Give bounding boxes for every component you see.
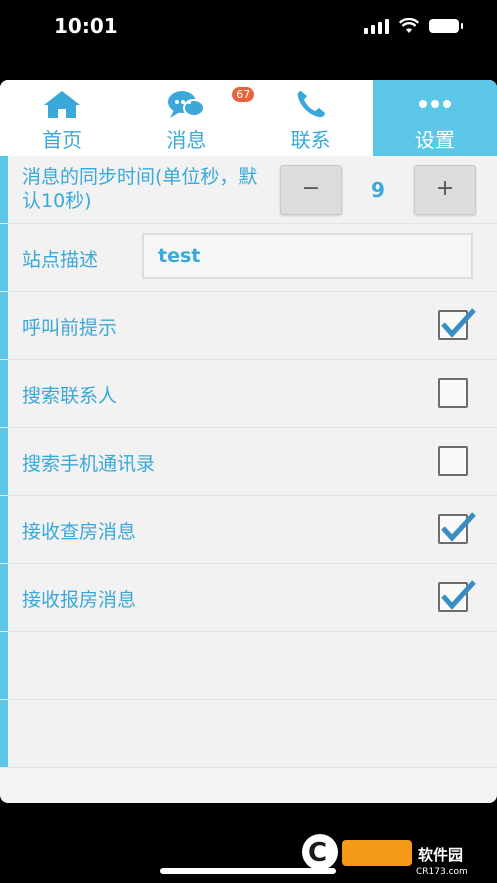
receive-report-row[interactable]: 接收报房消息 — [0, 564, 497, 632]
tab-bar: 首页 67 消息 联系 设置 — [0, 80, 497, 158]
signal-icon — [364, 18, 389, 34]
tab-settings[interactable]: 设置 — [372, 80, 497, 156]
tab-contacts[interactable]: 联系 — [249, 80, 373, 156]
tab-messages[interactable]: 67 消息 — [124, 80, 255, 156]
site-description-row: 站点描述 — [0, 224, 497, 292]
search-phonebook-row[interactable]: 搜索手机通讯录 — [0, 428, 497, 496]
sync-time-label: 消息的同步时间(单位秒，默认10秒) — [22, 166, 258, 212]
phone-icon — [297, 91, 325, 118]
svg-text:C: C — [308, 838, 327, 868]
wifi-icon — [399, 18, 419, 33]
sync-time-value[interactable]: 9 — [342, 178, 414, 202]
home-indicator — [160, 868, 336, 874]
search-phonebook-label: 搜索手机通讯录 — [22, 453, 156, 475]
receive-inspection-row[interactable]: 接收查房消息 — [0, 496, 497, 564]
app-window: 首页 67 消息 联系 设置 消息的同步时间(单位秒，默认10秒) − 9 + … — [0, 80, 497, 803]
receive-report-label: 接收报房消息 — [22, 589, 137, 611]
checkmark-icon — [441, 580, 476, 610]
status-time: 10:01 — [54, 14, 118, 38]
battery-icon — [429, 19, 463, 33]
call-prompt-row[interactable]: 呼叫前提示 — [0, 292, 497, 360]
increment-button[interactable]: + — [414, 165, 476, 215]
checkmark-icon — [441, 308, 476, 338]
receive-inspection-checkbox[interactable] — [438, 512, 476, 544]
tab-home[interactable]: 首页 — [0, 80, 124, 156]
search-contacts-label: 搜索联系人 — [22, 385, 118, 407]
svg-text:软件园: 软件园 — [418, 846, 463, 864]
tab-contacts-label: 联系 — [290, 128, 331, 152]
empty-row — [0, 632, 497, 700]
home-icon — [44, 91, 81, 118]
tab-home-label: 首页 — [42, 128, 83, 152]
sync-time-row: 消息的同步时间(单位秒，默认10秒) − 9 + — [0, 156, 497, 224]
receive-report-checkbox[interactable] — [438, 580, 476, 612]
more-icon — [418, 100, 451, 108]
decrement-button[interactable]: − — [280, 165, 342, 215]
search-contacts-row[interactable]: 搜索联系人 — [0, 360, 497, 428]
tab-settings-label: 设置 — [414, 128, 455, 152]
call-prompt-checkbox[interactable] — [438, 308, 476, 340]
call-prompt-label: 呼叫前提示 — [22, 317, 118, 339]
chat-icon — [168, 91, 206, 118]
status-bar: 10:01 — [0, 0, 497, 56]
settings-list: 消息的同步时间(单位秒，默认10秒) − 9 + 站点描述 呼叫前提示 搜索联系… — [0, 156, 497, 768]
receive-inspection-label: 接收查房消息 — [22, 521, 137, 543]
empty-row — [0, 700, 497, 768]
site-description-label: 站点描述 — [22, 249, 99, 271]
checkmark-icon — [441, 512, 476, 542]
site-description-input[interactable] — [142, 233, 473, 279]
sync-time-stepper: − 9 + — [280, 165, 476, 215]
watermark-text: CR173.com — [416, 867, 468, 876]
status-icons — [364, 18, 463, 34]
tab-messages-label: 消息 — [166, 128, 207, 152]
search-contacts-checkbox[interactable] — [438, 378, 468, 408]
search-phonebook-checkbox[interactable] — [438, 446, 468, 476]
